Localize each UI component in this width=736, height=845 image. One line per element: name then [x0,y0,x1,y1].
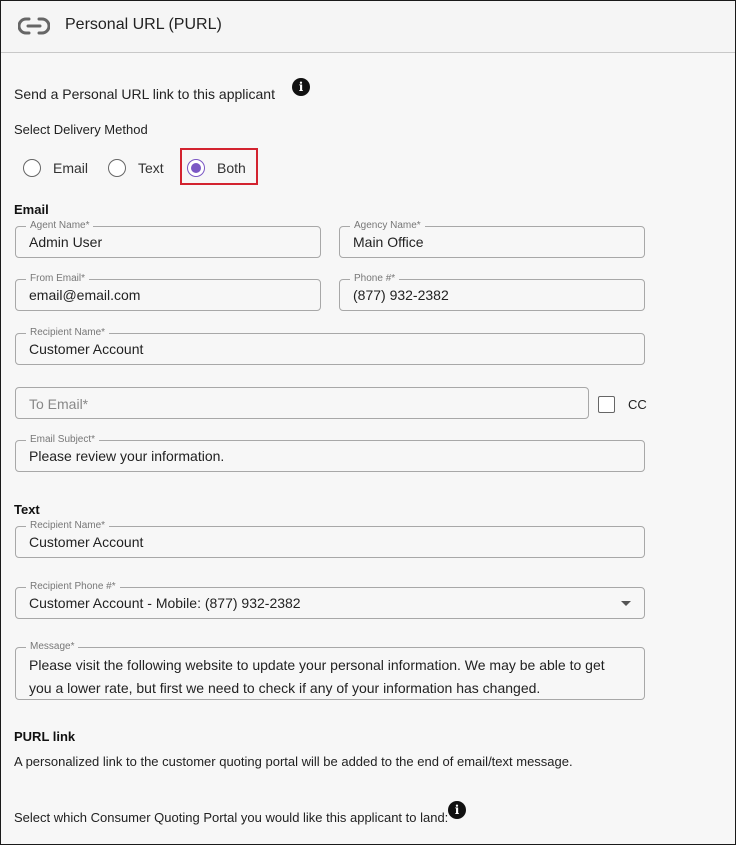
purl-dialog: Personal URL (PURL) Send a Personal URL … [0,0,736,845]
recipient-phone-label: Recipient Phone #* [26,580,120,594]
radio-both-circle[interactable] [187,159,205,177]
email-recipient-name-field[interactable]: Recipient Name* Customer Account [15,326,645,365]
radio-text[interactable]: Text [108,157,172,181]
agency-name-value: Main Office [353,234,424,250]
radio-email-label: Email [53,160,89,176]
info-icon[interactable]: i [292,78,310,96]
email-subject-label: Email Subject* [26,433,100,447]
email-recipient-name-value: Customer Account [29,341,144,357]
dropdown-arrow-icon[interactable] [621,601,631,606]
radio-both-label: Both [217,160,246,176]
radio-both[interactable]: Both [187,157,249,181]
intro-text: Send a Personal URL link to this applica… [14,86,275,102]
to-email-placeholder: To Email* [29,396,89,412]
delivery-method-label: Select Delivery Method [14,122,148,137]
from-email-label: From Email* [26,272,90,286]
dialog-title: Personal URL (PURL) [65,16,222,33]
purl-description: A personalized link to the customer quot… [14,754,573,769]
to-email-field[interactable]: To Email* [15,387,589,419]
phone-value: (877) 932-2382 [353,287,449,303]
email-recipient-name-label: Recipient Name* [26,326,110,340]
cc-label: CC [628,397,647,412]
email-section-title: Email [14,202,49,217]
recipient-phone-select[interactable]: Recipient Phone #* Customer Account - Mo… [15,580,645,619]
radio-email[interactable]: Email [23,157,93,181]
agency-name-field[interactable]: Agency Name* Main Office [339,219,645,258]
agent-name-label: Agent Name* [26,219,94,233]
from-email-field[interactable]: From Email* email@email.com [15,272,321,311]
text-section-title: Text [14,502,40,517]
message-label: Message* [26,640,79,654]
from-email-value: email@email.com [29,287,141,303]
phone-field[interactable]: Phone #* (877) 932-2382 [339,272,645,311]
cc-checkbox[interactable] [598,396,615,413]
recipient-phone-value: Customer Account - Mobile: (877) 932-238… [29,595,301,611]
portal-prompt: Select which Consumer Quoting Portal you… [14,810,449,825]
text-recipient-name-field[interactable]: Recipient Name* Customer Account [15,519,645,558]
phone-label: Phone #* [350,272,400,286]
agent-name-value: Admin User [29,234,103,250]
email-subject-value: Please review your information. [29,448,225,464]
radio-text-label: Text [138,160,164,176]
agency-name-label: Agency Name* [350,219,425,233]
email-subject-field[interactable]: Email Subject* Please review your inform… [15,433,645,472]
dialog-header: Personal URL (PURL) [1,1,735,53]
radio-text-circle[interactable] [108,159,126,177]
purl-section-title: PURL link [14,729,76,744]
text-recipient-name-value: Customer Account [29,534,144,550]
message-field[interactable]: Message* Please visit the following webs… [15,640,645,700]
link-icon [17,15,51,42]
message-value: Please visit the following website to up… [29,657,605,696]
portal-info-icon[interactable]: i [448,801,466,819]
text-recipient-name-label: Recipient Name* [26,519,110,533]
agent-name-field[interactable]: Agent Name* Admin User [15,219,321,258]
radio-email-circle[interactable] [23,159,41,177]
